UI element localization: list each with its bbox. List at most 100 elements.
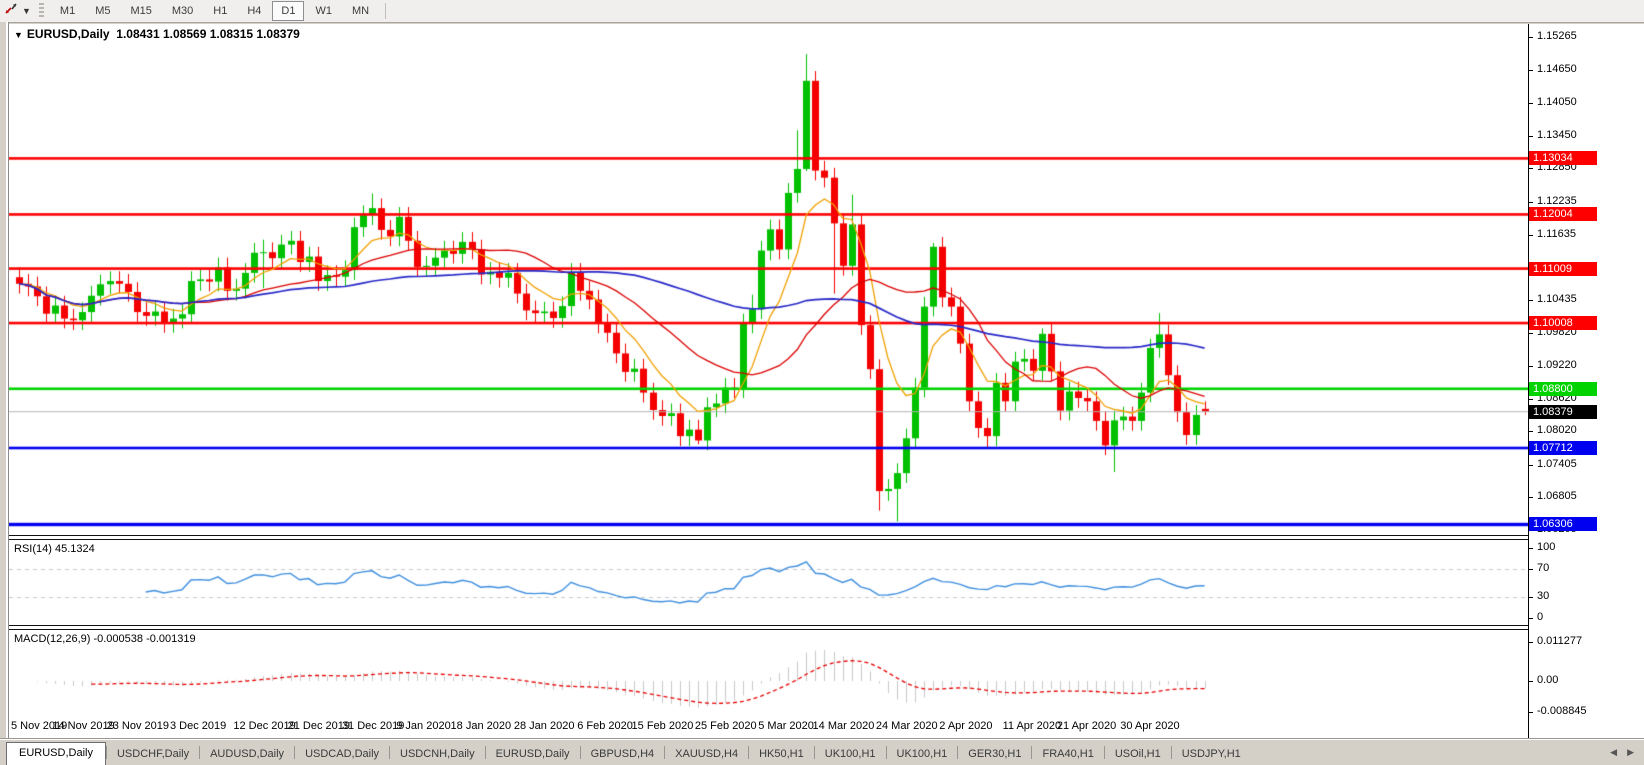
price-axis-tick: 1.12235: [1537, 195, 1577, 207]
rsi-pane[interactable]: RSI(14) 45.1324: [9, 540, 1528, 625]
timeframe-button-mn[interactable]: MN: [343, 1, 378, 21]
chart-tab-eurusd-daily[interactable]: EURUSD,Daily: [6, 742, 106, 765]
top-toolbar: ▼ M1M5M15M30H1H4D1W1MN: [0, 0, 1644, 23]
axis-tick-mark: [1529, 465, 1533, 466]
price-axis-tick: 1.10435: [1537, 293, 1577, 305]
price-axis-tick: 1.14650: [1537, 63, 1577, 75]
price-axis-tick: -0.008845: [1537, 705, 1587, 717]
axis-tick-mark: [1529, 235, 1533, 236]
tab-scroll-left-icon[interactable]: ◀: [1610, 747, 1617, 758]
price-axis-tick: 30: [1537, 590, 1549, 602]
tab-scroll-buttons: ◀▶: [1610, 739, 1644, 765]
price-line-badge: 1.11009: [1529, 262, 1597, 276]
chart-tab-gbpusd-h4[interactable]: GBPUSD,H4: [581, 745, 665, 765]
time-axis-tick: 28 Jan 2020: [514, 720, 575, 732]
timeframe-button-h1[interactable]: H1: [204, 1, 236, 21]
price-line-badge: 1.12004: [1529, 207, 1597, 221]
candlestick-chart-canvas[interactable]: [9, 24, 1528, 535]
chart-tab-usdjpy-h1[interactable]: USDJPY,H1: [1172, 745, 1251, 765]
chart-tab-usdchf-daily[interactable]: USDCHF,Daily: [107, 745, 199, 765]
axis-tick-mark: [1529, 597, 1533, 598]
macd-pane[interactable]: MACD(12,26,9) -0.000538 -0.001319: [9, 630, 1528, 716]
axis-tick-mark: [1529, 497, 1533, 498]
price-line-badge: 1.13034: [1529, 151, 1597, 165]
timeframe-button-h4[interactable]: H4: [238, 1, 270, 21]
axis-tick-mark: [1529, 168, 1533, 169]
chart-tab-hk50-h1[interactable]: HK50,H1: [749, 745, 814, 765]
price-axis-tick: 1.08020: [1537, 424, 1577, 436]
chart-arrows-icon: [4, 2, 19, 21]
chart-tab-bar: EURUSD,DailyUSDCHF,DailyAUDUSD,DailyUSDC…: [0, 738, 1644, 765]
time-axis-tick: 18 Jan 2020: [451, 720, 512, 732]
price-axis-tick: 0.00: [1537, 674, 1558, 686]
chart-tab-uk100-h1[interactable]: UK100,H1: [887, 745, 958, 765]
time-axis-tick: 30 Apr 2020: [1120, 720, 1179, 732]
chart-tab-uk100-h1[interactable]: UK100,H1: [815, 745, 886, 765]
time-axis-tick: 11 Apr 2020: [1003, 720, 1062, 732]
axis-tick-mark: [1529, 642, 1533, 643]
chart-tab-usdcnh-daily[interactable]: USDCNH,Daily: [390, 745, 485, 765]
time-axis[interactable]: 5 Nov 201914 Nov 201923 Nov 20193 Dec 20…: [9, 715, 1528, 739]
timeframe-button-d1[interactable]: D1: [272, 1, 304, 21]
price-line-badge: 1.07712: [1529, 441, 1597, 455]
timeframe-button-w1[interactable]: W1: [306, 1, 341, 21]
chart-symbol-label: EURUSD,Daily: [27, 27, 110, 41]
axis-tick-mark: [1529, 202, 1533, 203]
axis-tick-mark: [1529, 548, 1533, 549]
price-line-badge: 1.10008: [1529, 316, 1597, 330]
axis-tick-mark: [1529, 681, 1533, 682]
price-axis-tick: 0: [1537, 611, 1543, 623]
chart-title: ▼ EURUSD,Daily 1.08431 1.08569 1.08315 1.…: [14, 27, 300, 41]
chart-tab-usdcad-daily[interactable]: USDCAD,Daily: [295, 745, 389, 765]
price-axis-tick: 1.14050: [1537, 96, 1577, 108]
axis-tick-mark: [1529, 569, 1533, 570]
time-axis-tick: 21 Dec 2019: [288, 720, 350, 732]
price-axis[interactable]: 1.152651.146501.140501.134501.128501.122…: [1528, 24, 1644, 739]
chart-window: ▼ EURUSD,Daily 1.08431 1.08569 1.08315 1.…: [9, 24, 1528, 739]
chevron-down-icon: ▼: [22, 6, 31, 16]
timeframe-button-m30[interactable]: M30: [163, 1, 202, 21]
axis-tick-mark: [1529, 431, 1533, 432]
chart-title-caret-icon: ▼: [14, 30, 23, 40]
timeframe-button-m15[interactable]: M15: [121, 1, 160, 21]
macd-chart-canvas[interactable]: [9, 630, 1528, 715]
price-axis-tick: 70: [1537, 562, 1549, 574]
rsi-label: RSI(14) 45.1324: [14, 543, 95, 555]
axis-tick-mark: [1529, 618, 1533, 619]
price-axis-tick: 0.011277: [1537, 635, 1582, 647]
price-line-badge: 1.08379: [1529, 405, 1597, 419]
time-axis-tick: 15 Feb 2020: [632, 720, 694, 732]
chart-tab-xauusd-h4[interactable]: XAUUSD,H4: [665, 745, 748, 765]
toolbar-grip[interactable]: [39, 3, 44, 19]
chart-tab-usoil-h1[interactable]: USOil,H1: [1105, 745, 1171, 765]
window-left-frame: [0, 22, 9, 765]
timeframe-button-m1[interactable]: M1: [51, 1, 84, 21]
price-axis-tick: 1.07405: [1537, 458, 1577, 470]
time-axis-tick: 3 Dec 2019: [170, 720, 226, 732]
chart-quote-label: 1.08431 1.08569 1.08315 1.08379: [116, 27, 300, 41]
price-line-badge: 1.08800: [1529, 382, 1597, 396]
time-axis-tick: 2 Apr 2020: [939, 720, 992, 732]
chart-tab-ger30-h1[interactable]: GER30,H1: [958, 745, 1031, 765]
axis-tick-mark: [1529, 37, 1533, 38]
axis-tick-mark: [1529, 103, 1533, 104]
price-pane[interactable]: ▼ EURUSD,Daily 1.08431 1.08569 1.08315 1.…: [9, 24, 1528, 535]
chart-tab-audusd-daily[interactable]: AUDUSD,Daily: [200, 745, 294, 765]
chart-tab-fra40-h1[interactable]: FRA40,H1: [1032, 745, 1103, 765]
axis-tick-mark: [1529, 366, 1533, 367]
timeframe-button-m5[interactable]: M5: [86, 1, 119, 21]
chart-tab-eurusd-daily[interactable]: EURUSD,Daily: [486, 745, 580, 765]
price-axis-tick: 1.11635: [1537, 228, 1576, 240]
time-axis-tick: 31 Dec 2019: [342, 720, 404, 732]
price-axis-tick: 1.09220: [1537, 359, 1577, 371]
time-axis-tick: 14 Nov 2019: [52, 720, 114, 732]
chart-tools-button[interactable]: ▼: [0, 0, 35, 22]
tab-scroll-right-icon[interactable]: ▶: [1627, 747, 1634, 758]
axis-tick-mark: [1529, 399, 1533, 400]
price-axis-tick: 1.15265: [1537, 30, 1577, 42]
time-axis-tick: 21 Apr 2020: [1057, 720, 1116, 732]
rsi-chart-canvas[interactable]: [9, 540, 1528, 625]
macd-label: MACD(12,26,9) -0.000538 -0.001319: [14, 633, 196, 645]
time-axis-tick: 6 Feb 2020: [577, 720, 633, 732]
axis-tick-mark: [1529, 300, 1533, 301]
